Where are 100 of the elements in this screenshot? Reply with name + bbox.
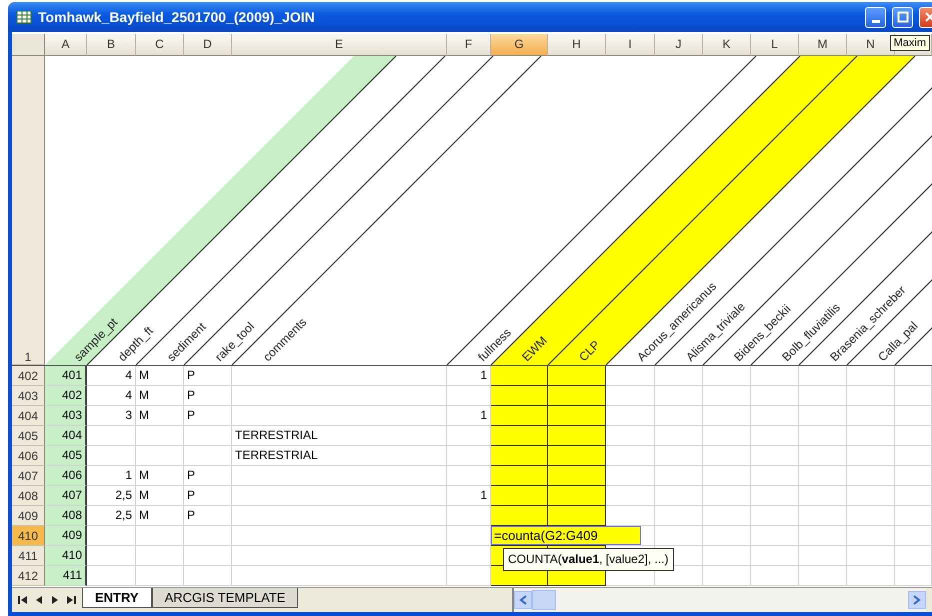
table-cell [184, 526, 232, 546]
table-cell: M [136, 366, 184, 386]
table-cell [847, 526, 895, 546]
table-cell: P [184, 386, 232, 406]
table-cell [703, 506, 751, 526]
column-header[interactable]: A [45, 34, 87, 56]
last-sheet-button[interactable] [64, 593, 78, 607]
table-cell: TERRESTRIAL [232, 426, 447, 446]
table-cell: 409 [45, 526, 87, 546]
table-cell [548, 486, 606, 506]
row-header[interactable]: 1 [12, 56, 45, 365]
column-header[interactable]: C [136, 34, 184, 56]
column-header[interactable]: K [703, 34, 751, 56]
column-header[interactable]: L [751, 34, 799, 56]
table-cell [703, 546, 751, 566]
table-cell [847, 566, 895, 586]
table-cell [184, 446, 232, 466]
table-cell [606, 526, 655, 546]
row-header[interactable]: 412 [12, 566, 45, 586]
table-cell [655, 366, 703, 386]
column-header[interactable]: D [184, 34, 232, 56]
table-cell [895, 546, 932, 566]
table-cell: M [136, 406, 184, 426]
table-cell [895, 446, 932, 466]
table-cell [703, 386, 751, 406]
column-header[interactable]: I [606, 34, 655, 56]
column-header[interactable]: H [548, 34, 606, 56]
maximize-button[interactable] [892, 6, 913, 28]
table-cell [491, 466, 548, 486]
table-cell: M [136, 386, 184, 406]
table-cell: P [184, 406, 232, 426]
table-cell [847, 546, 895, 566]
table-cell [703, 486, 751, 506]
table-cell [799, 406, 847, 426]
table-cell [751, 426, 799, 446]
table-cell [847, 366, 895, 386]
row-header[interactable]: 404 [12, 406, 45, 426]
table-cell [847, 386, 895, 406]
sheet-tab[interactable]: ENTRY [82, 588, 152, 608]
table-cell: P [184, 506, 232, 526]
table-cell [548, 406, 606, 426]
table-cell [751, 386, 799, 406]
table-cell [703, 526, 751, 546]
table-cell: 4 [87, 366, 136, 386]
table-cell [847, 446, 895, 466]
select-all-button[interactable] [12, 34, 45, 56]
row-header[interactable]: 406 [12, 446, 45, 466]
table-cell: M [136, 486, 184, 506]
table-cell: 401 [45, 366, 87, 386]
table-cell [799, 566, 847, 586]
column-header[interactable]: J [655, 34, 703, 56]
table-cell [136, 446, 184, 466]
table-cell: 402 [45, 386, 87, 406]
table-cell [491, 406, 548, 426]
table-cell [703, 466, 751, 486]
first-sheet-button[interactable] [16, 593, 30, 607]
row-header[interactable]: 411 [12, 546, 45, 566]
table-cell [136, 426, 184, 446]
row-header[interactable]: 409 [12, 506, 45, 526]
table-cell [655, 426, 703, 446]
table-cell [184, 566, 232, 586]
table-cell [751, 466, 799, 486]
minimize-button[interactable] [865, 6, 886, 28]
row-header[interactable]: 403 [12, 386, 45, 406]
row-header[interactable]: 410 [12, 526, 45, 546]
row-header[interactable]: 402 [12, 366, 45, 386]
table-cell: TERRESTRIAL [232, 446, 447, 466]
table-cell [895, 426, 932, 446]
table-cell [655, 406, 703, 426]
column-header[interactable]: N [847, 34, 895, 56]
table-cell [847, 506, 895, 526]
row-header[interactable]: 407 [12, 466, 45, 486]
column-header[interactable]: E [232, 34, 447, 56]
scroll-right-button[interactable] [908, 591, 926, 609]
formula-editor[interactable]: =counta(G2:G409 [491, 526, 641, 545]
chevron-right-icon [913, 595, 921, 605]
row-header[interactable]: 405 [12, 426, 45, 446]
column-label: CLP [576, 338, 603, 364]
scroll-thumb[interactable] [532, 590, 556, 610]
scroll-left-button[interactable] [514, 591, 532, 609]
row-header[interactable]: 408 [12, 486, 45, 506]
column-header[interactable]: B [87, 34, 136, 56]
column-header[interactable]: G [491, 34, 548, 56]
table-cell [87, 546, 136, 566]
table-cell [87, 526, 136, 546]
column-header[interactable]: M [799, 34, 847, 56]
table-cell [184, 546, 232, 566]
first-icon [18, 596, 28, 604]
table-cell [548, 506, 606, 526]
table-cell [655, 386, 703, 406]
table-cell [655, 566, 703, 586]
table-cell [491, 486, 548, 506]
sheet-tab[interactable]: ARCGIS TEMPLATE [152, 588, 298, 608]
minimize-icon [872, 20, 880, 22]
table-cell [606, 426, 655, 446]
maximize-icon [896, 11, 908, 23]
table-cell [606, 466, 655, 486]
table-cell [799, 546, 847, 566]
column-header[interactable]: F [447, 34, 491, 56]
table-cell: 405 [45, 446, 87, 466]
